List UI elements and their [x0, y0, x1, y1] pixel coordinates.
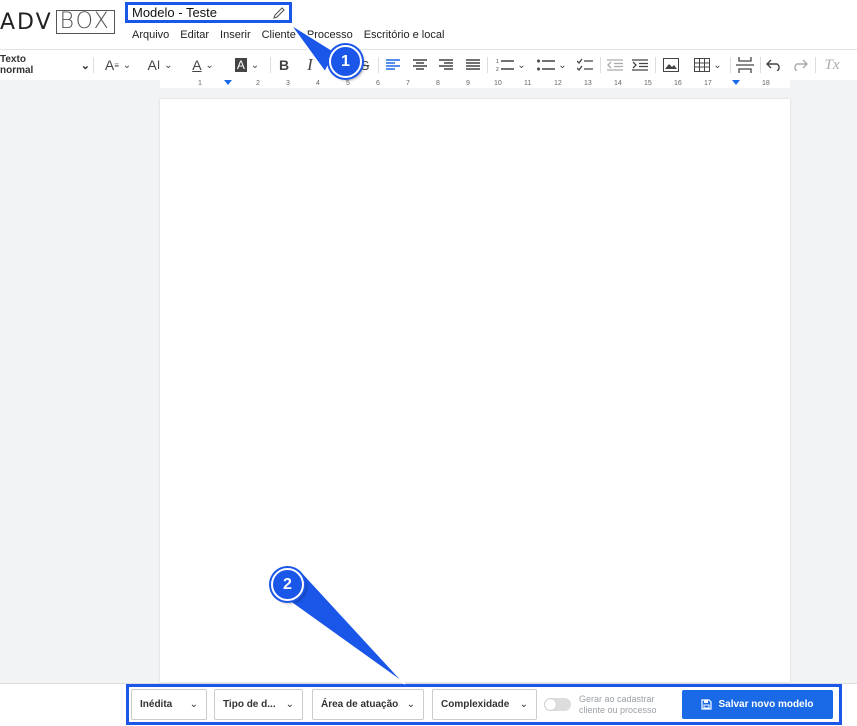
callout-pointers	[280, 23, 406, 685]
callout-2: 2	[271, 568, 304, 601]
callout-1: 1	[329, 45, 362, 78]
